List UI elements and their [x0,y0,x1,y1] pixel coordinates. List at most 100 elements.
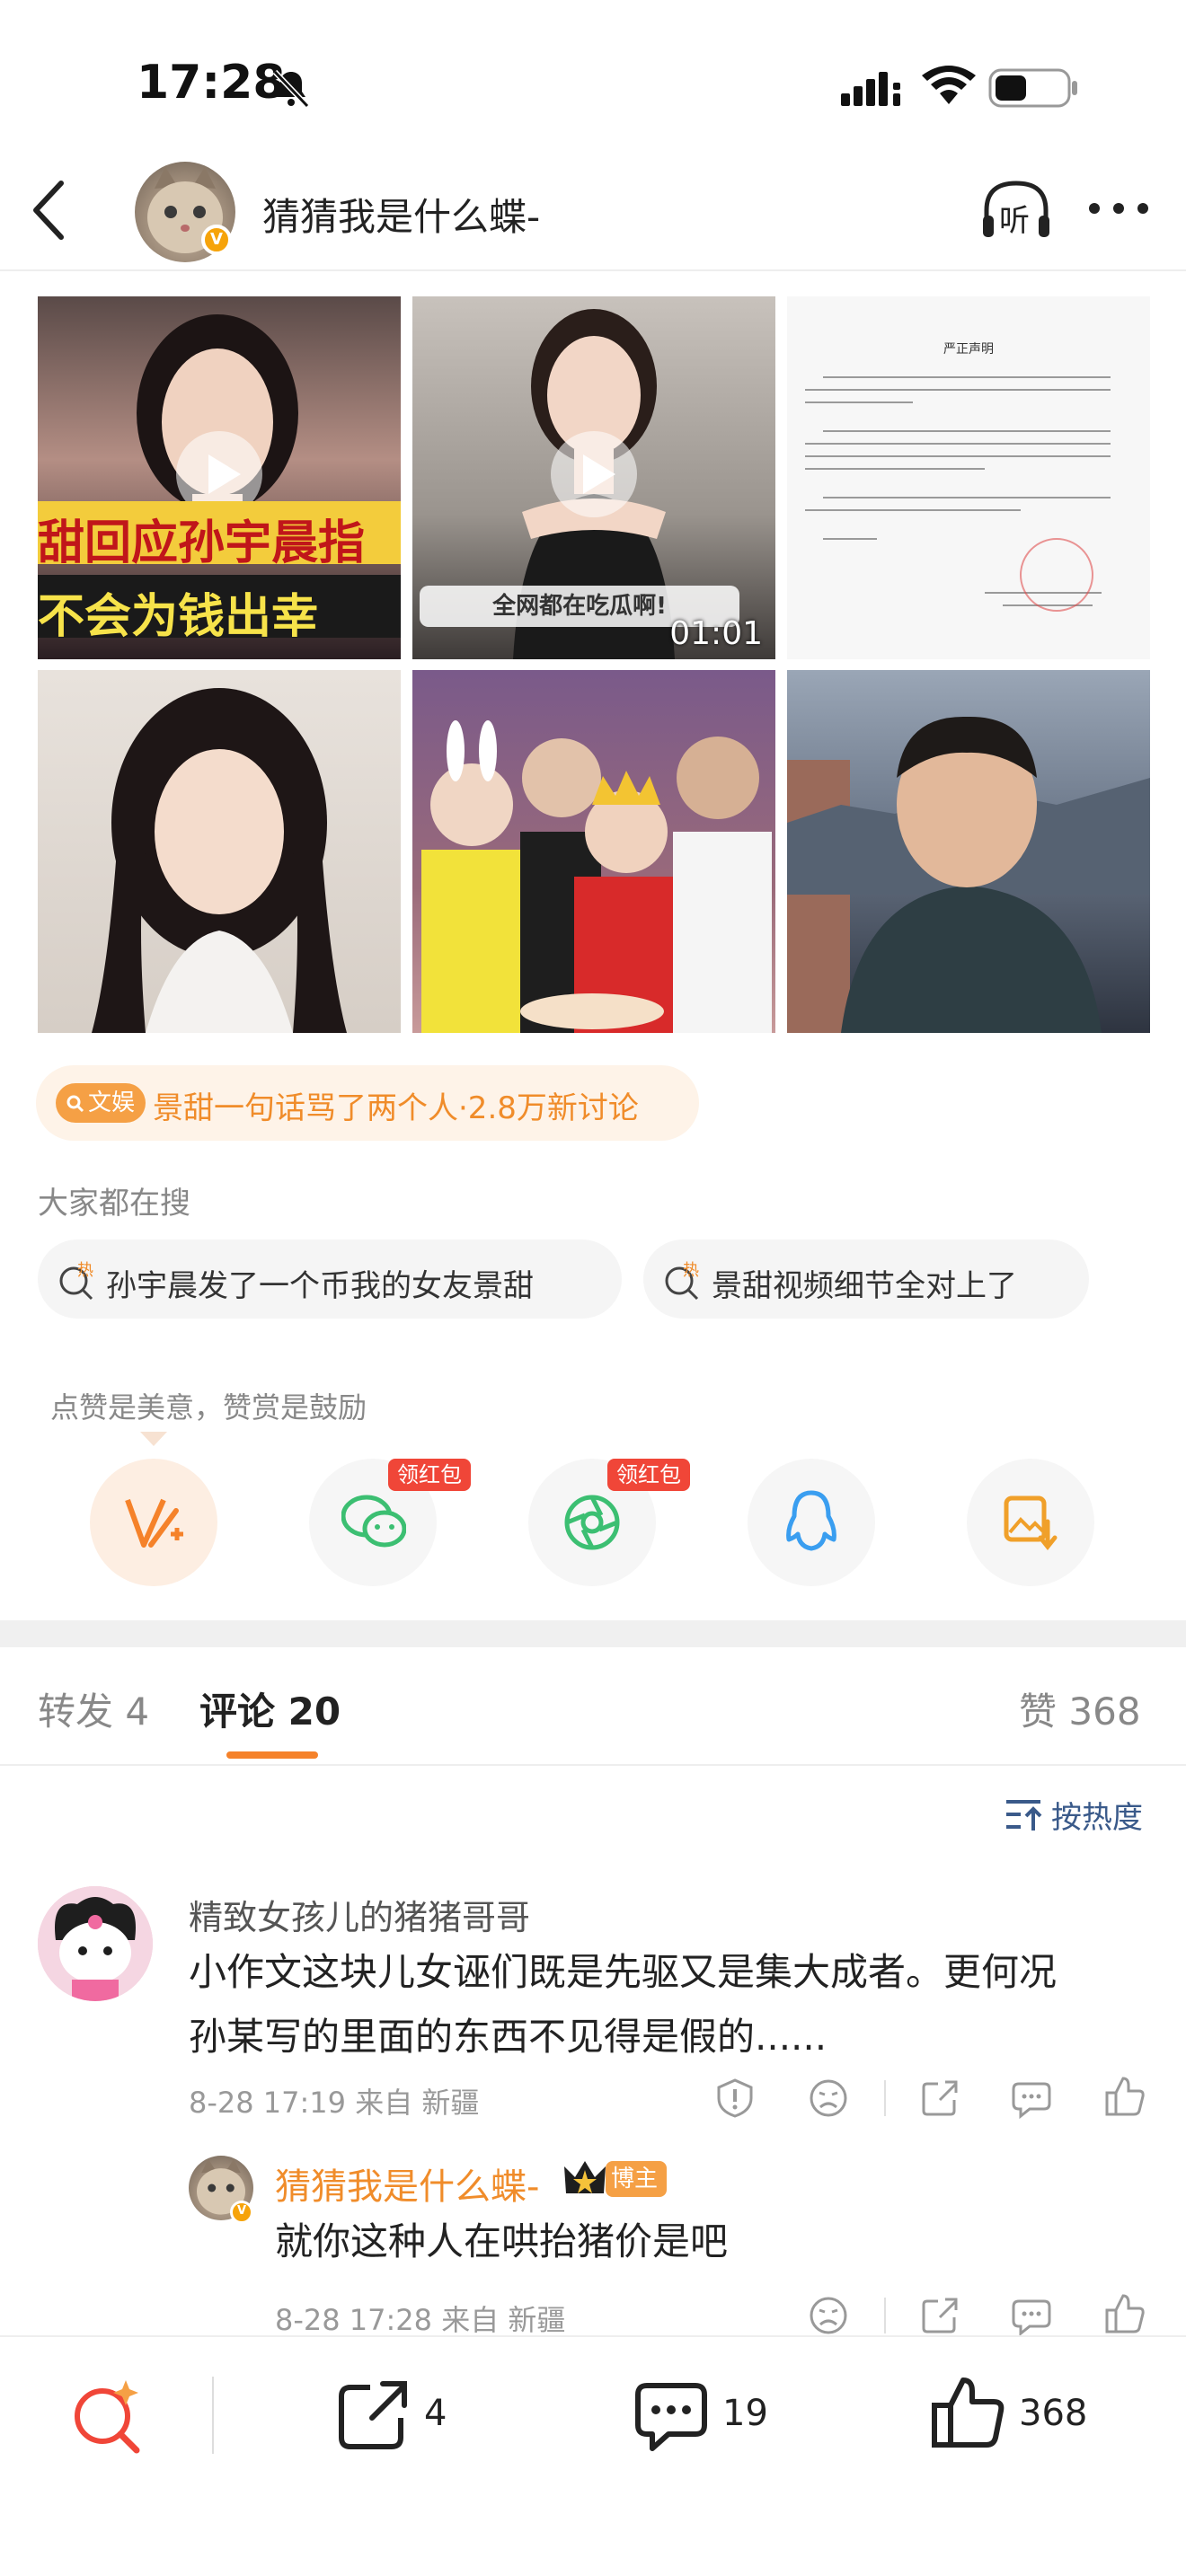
tab-repost-label: 转发 [38,1689,114,1734]
portrait-figure [787,716,1150,1033]
like-icon[interactable] [1103,2075,1146,2118]
verified-badge-icon: V [230,2201,253,2224]
play-icon[interactable] [551,431,637,517]
dislike-face-icon[interactable] [807,2077,850,2120]
share-icon[interactable] [918,2294,961,2337]
reward-button[interactable] [90,1459,217,1586]
thumbs-up-icon [932,2378,1005,2448]
reward-hint: 点赞是美意，赞赏是鼓励 [50,1390,367,1425]
trending-search-chip-1[interactable]: 热 孙宇晨发了一个币我的女友景甜 [38,1239,622,1319]
hot-badge: 热 [77,1261,93,1280]
action-separator [884,2080,886,2116]
report-icon[interactable] [713,2077,757,2120]
more-options-icon[interactable] [1085,190,1152,226]
bottom-comment-count: 19 [722,2393,768,2434]
hongbao-badge-2: 领红包 [607,1459,690,1491]
tooltip-pointer [140,1432,167,1446]
like-icon[interactable] [1103,2292,1146,2335]
kuromi-avatar-illustration [38,1886,153,2001]
group-photo-figures [421,720,772,1033]
media-thumb-2[interactable]: 全网都在吃瓜啊! 01:01 [412,296,775,659]
trending-search-text-1: 孙宇晨发了一个币我的女友景甜 [106,1268,534,1304]
active-tab-indicator [226,1751,318,1759]
bottom-comment-button[interactable]: 19 [633,2377,794,2454]
hot-search-icon: 热 [665,1261,699,1301]
comment-username[interactable]: 精致女孩儿的猪猪哥哥 [189,1890,530,1939]
header-divider [0,269,1186,271]
cellular-signal-icon [841,72,900,106]
thumb-caption-top: 甜回应孙宇晨指 [38,516,366,570]
share-icon[interactable] [918,2077,961,2120]
reply-username[interactable]: 猜猜我是什么蝶- [275,2157,539,2210]
hongbao-badge-1: 领红包 [388,1459,471,1491]
bottom-action-bar: 4 19 368 [0,2335,1186,2576]
save-image-icon [1004,1495,1058,1550]
reply-from-label: 来自 [441,2303,500,2337]
action-separator [884,2298,886,2333]
hot-badge: 热 [683,1261,699,1280]
wechat-icon [341,1495,406,1548]
tab-repost-count: 4 [125,1689,150,1734]
tab-repost[interactable]: 转发 4 [38,1681,149,1736]
blogger-badge: 博主 [606,2161,668,2197]
comment-from-label: 来自 [355,2086,413,2120]
bottom-bar-separator [212,2377,214,2454]
hot-search-icon: 热 [59,1261,93,1301]
hot-topic-pill[interactable]: 文娱 景甜一句话骂了两个人·2.8万新讨论 [36,1065,699,1141]
section-divider [0,1620,1186,1647]
reply-icon[interactable] [1010,2077,1053,2120]
bottom-repost-count: 4 [424,2393,447,2434]
comment-time: 8-28 17:19 [189,2086,347,2120]
thumb-caption-bottom: 不会为钱出幸 [38,590,319,644]
topic-tag-label: 文娱 [88,1090,136,1116]
comment-meta: 8-28 17:19 来自 新疆 [189,2080,479,2122]
bottom-like-button[interactable]: 368 [929,2373,1109,2454]
reply-text: 就你这种人在哄抬猪价是吧 [275,2219,729,2263]
statement-text-lines [805,376,1111,612]
search-icon [66,1095,84,1112]
trending-search-chip-2[interactable]: 热 景甜视频细节全对上了 [643,1239,1089,1319]
tab-likes-label: 赞 [1019,1689,1058,1734]
statement-title: 严正声明 [943,342,994,357]
media-thumb-1[interactable]: 甜回应孙宇晨指 不会为钱出幸 [38,296,401,659]
tab-likes-count: 368 [1068,1689,1141,1734]
bottom-like-count: 368 [1019,2393,1088,2434]
wifi-icon [922,66,976,104]
dislike-face-icon[interactable] [807,2294,850,2337]
media-thumb-5[interactable] [412,670,775,1033]
sort-by-hot-button[interactable]: 按热度 [1005,1793,1148,1836]
reply-meta: 8-28 17:28 来自 新疆 [275,2298,565,2339]
repost-icon [339,2381,407,2449]
media-thumb-6[interactable] [787,670,1150,1033]
tab-comments[interactable]: 评论 20 [199,1681,341,1736]
header-username[interactable]: 猜猜我是什么蝶- [262,187,540,242]
sort-label: 按热度 [1051,1800,1143,1836]
verified-badge-icon: V [201,225,232,255]
topic-tag: 文娱 [56,1083,146,1123]
search-sparkle-icon[interactable] [68,2377,146,2454]
media-thumb-3[interactable]: 严正声明 [787,296,1150,659]
tab-comments-count: 20 [288,1689,341,1734]
listen-button[interactable]: 听 [978,176,1055,248]
share-qq-button[interactable] [748,1459,875,1586]
status-time: 17:28 [137,56,286,110]
reward-v-icon [125,1498,183,1548]
qq-penguin-icon [786,1490,836,1551]
listen-label: 听 [999,203,1030,239]
trending-search-text-2: 景甜视频细节全对上了 [712,1268,1017,1304]
comment-text-line2: 孙某写的里面的东西不见得是假的...... [189,2015,828,2059]
media-thumb-4[interactable] [38,670,401,1033]
bottom-repost-button[interactable]: 4 [334,2377,496,2454]
reply-time: 8-28 17:28 [275,2303,433,2337]
sort-icon [1006,1800,1042,1831]
save-image-button[interactable] [967,1459,1094,1586]
moments-shutter-icon [564,1495,620,1550]
commenter-avatar[interactable] [38,1886,153,2001]
comment-icon [635,2383,707,2451]
back-button[interactable] [23,176,77,244]
comment-location: 新疆 [421,2086,480,2120]
topic-text: 景甜一句话骂了两个人·2.8万新讨论 [153,1090,639,1126]
tab-likes[interactable]: 赞 368 [1019,1681,1141,1736]
portrait-figure [92,688,347,1033]
reply-icon[interactable] [1010,2294,1053,2337]
